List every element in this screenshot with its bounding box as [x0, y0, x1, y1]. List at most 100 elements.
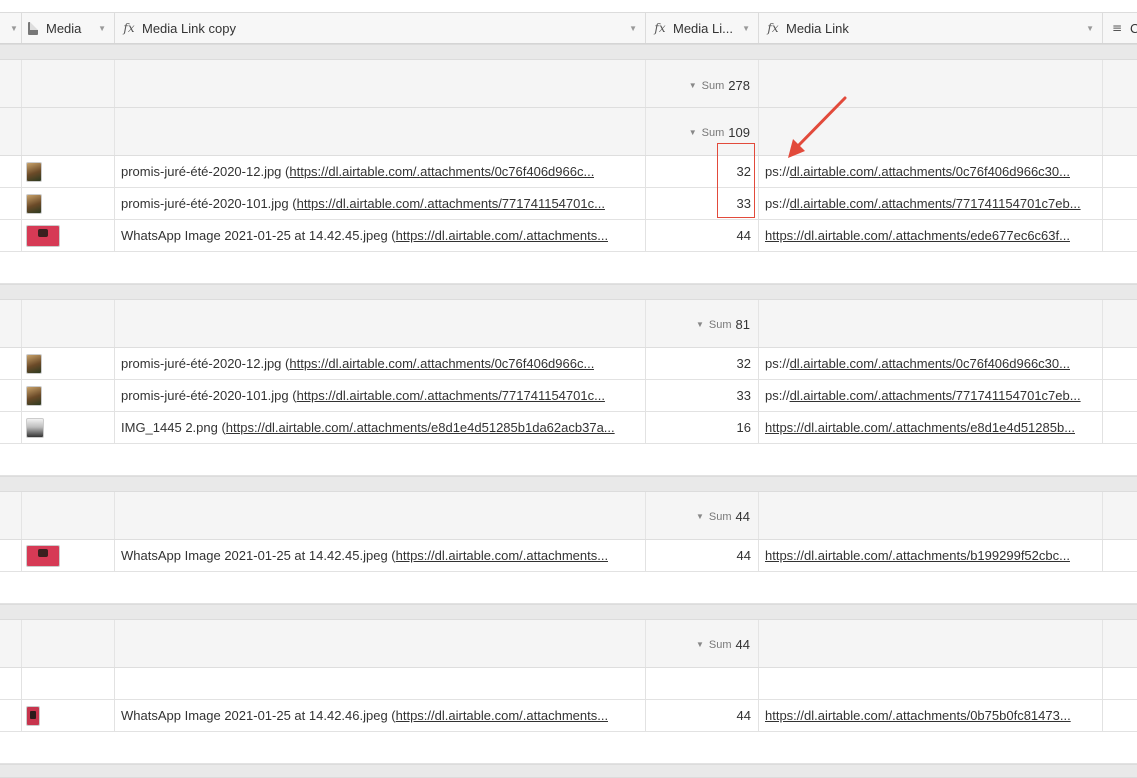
chevron-down-icon[interactable]: ▼: [696, 320, 704, 329]
media-link-copy-cell[interactable]: promis-juré-été-2020-101.jpg (https://dl…: [115, 380, 646, 411]
chevron-down-icon[interactable]: ▼: [1086, 24, 1094, 33]
media-link[interactable]: https://dl.airtable.com/.attachments/e8d…: [765, 420, 1075, 435]
add-row-spacer[interactable]: [0, 252, 1137, 284]
media-link-copy-cell[interactable]: WhatsApp Image 2021-01-25 at 14.42.45.jp…: [115, 540, 646, 571]
media-link-cell[interactable]: ps://dl.airtable.com/.attachments/0c76f4…: [759, 348, 1103, 379]
header-expand-cell[interactable]: ▼: [0, 13, 22, 43]
attachment-link[interactable]: https://dl.airtable.com/.attachments/0c7…: [289, 164, 594, 179]
media-cell[interactable]: [22, 348, 115, 379]
group-sum-cell[interactable]: ▼ Sum 44: [646, 492, 759, 539]
group-header[interactable]: ▼ Sum 44: [0, 620, 1137, 668]
media-length-cell[interactable]: 44: [646, 540, 759, 571]
header-media-link[interactable]: fx Media Link ▼: [759, 13, 1103, 43]
attachment-link[interactable]: https://dl.airtable.com/.attachments/0c7…: [289, 356, 594, 371]
media-link-cell[interactable]: ps://dl.airtable.com/.attachments/771741…: [759, 188, 1103, 219]
media-link-copy-cell[interactable]: IMG_1445 2.png (https://dl.airtable.com/…: [115, 412, 646, 443]
media-link-copy-cell[interactable]: promis-juré-été-2020-12.jpg (https://dl.…: [115, 348, 646, 379]
header-media-length[interactable]: fx Media Li... ▼: [646, 13, 759, 43]
row-cell[interactable]: [1103, 700, 1137, 731]
group-sum-cell[interactable]: ▼ Sum 44: [646, 620, 759, 667]
group-subheader[interactable]: [0, 668, 1137, 700]
group-sum-cell[interactable]: ▼ Sum 278: [646, 60, 759, 107]
media-link[interactable]: dl.airtable.com/.attachments/0c76f406d96…: [790, 164, 1070, 179]
attachment-link[interactable]: https://dl.airtable.com/.attachments...: [396, 228, 608, 243]
group-header[interactable]: ▼ Sum 109: [0, 108, 1137, 156]
attachment-thumbnail[interactable]: [26, 545, 60, 567]
attachment-thumbnail[interactable]: [26, 162, 42, 182]
table-row[interactable]: promis-juré-été-2020-101.jpg (https://dl…: [0, 380, 1137, 412]
media-cell[interactable]: [22, 540, 115, 571]
table-row[interactable]: WhatsApp Image 2021-01-25 at 14.42.45.jp…: [0, 540, 1137, 572]
attachment-link[interactable]: https://dl.airtable.com/.attachments...: [396, 548, 608, 563]
chevron-down-icon[interactable]: ▼: [98, 24, 106, 33]
table-row[interactable]: WhatsApp Image 2021-01-25 at 14.42.45.jp…: [0, 220, 1137, 252]
media-cell[interactable]: [22, 188, 115, 219]
attachment-thumbnail[interactable]: [26, 386, 42, 406]
media-cell[interactable]: [22, 412, 115, 443]
table-row[interactable]: promis-juré-été-2020-12.jpg (https://dl.…: [0, 348, 1137, 380]
row-cell[interactable]: [1103, 156, 1137, 187]
header-next-column[interactable]: ≡ C: [1103, 13, 1137, 43]
media-link[interactable]: dl.airtable.com/.attachments/77174115470…: [790, 196, 1081, 211]
media-link[interactable]: dl.airtable.com/.attachments/0c76f406d96…: [790, 356, 1070, 371]
header-media[interactable]: Media ▼: [22, 13, 115, 43]
table-row[interactable]: promis-juré-été-2020-12.jpg (https://dl.…: [0, 156, 1137, 188]
attachment-thumbnail[interactable]: [26, 194, 42, 214]
media-link-copy-cell[interactable]: promis-juré-été-2020-101.jpg (https://dl…: [115, 188, 646, 219]
media-link-cell[interactable]: https://dl.airtable.com/.attachments/e8d…: [759, 412, 1103, 443]
media-link-cell[interactable]: ps://dl.airtable.com/.attachments/771741…: [759, 380, 1103, 411]
table-row[interactable]: promis-juré-été-2020-101.jpg (https://dl…: [0, 188, 1137, 220]
media-cell[interactable]: [22, 156, 115, 187]
add-row-spacer[interactable]: [0, 572, 1137, 604]
row-cell[interactable]: [1103, 412, 1137, 443]
media-link-cell[interactable]: https://dl.airtable.com/.attachments/ede…: [759, 220, 1103, 251]
attachment-thumbnail[interactable]: [26, 354, 42, 374]
attachment-link[interactable]: https://dl.airtable.com/.attachments/771…: [297, 196, 605, 211]
cell-text: https://dl.airtable.com/.attachments/b19…: [765, 548, 1070, 563]
add-row-spacer[interactable]: [0, 444, 1137, 476]
attachment-link[interactable]: https://dl.airtable.com/.attachments...: [396, 708, 608, 723]
media-link-cell[interactable]: https://dl.airtable.com/.attachments/0b7…: [759, 700, 1103, 731]
chevron-down-icon[interactable]: ▼: [689, 128, 697, 137]
media-link-copy-cell[interactable]: WhatsApp Image 2021-01-25 at 14.42.45.jp…: [115, 220, 646, 251]
media-link[interactable]: https://dl.airtable.com/.attachments/0b7…: [765, 708, 1071, 723]
group-header[interactable]: ▼ Sum 278: [0, 60, 1137, 108]
chevron-down-icon[interactable]: ▼: [696, 512, 704, 521]
header-media-link-copy[interactable]: fx Media Link copy ▼: [115, 13, 646, 43]
media-cell[interactable]: [22, 220, 115, 251]
media-link[interactable]: dl.airtable.com/.attachments/77174115470…: [790, 388, 1081, 403]
row-cell[interactable]: [1103, 348, 1137, 379]
media-length-cell[interactable]: 33: [646, 380, 759, 411]
group-header[interactable]: ▼ Sum 81: [0, 300, 1137, 348]
media-link-copy-cell[interactable]: promis-juré-été-2020-12.jpg (https://dl.…: [115, 156, 646, 187]
attachment-link[interactable]: https://dl.airtable.com/.attachments/771…: [297, 388, 605, 403]
media-cell[interactable]: [22, 700, 115, 731]
chevron-down-icon[interactable]: ▼: [689, 81, 697, 90]
table-row[interactable]: WhatsApp Image 2021-01-25 at 14.42.46.jp…: [0, 700, 1137, 732]
attachment-thumbnail[interactable]: [26, 418, 44, 438]
row-cell[interactable]: [1103, 220, 1137, 251]
media-cell[interactable]: [22, 380, 115, 411]
cell-text: WhatsApp Image 2021-01-25 at 14.42.45.jp…: [121, 548, 608, 563]
attachment-thumbnail[interactable]: [26, 225, 60, 247]
media-length-cell[interactable]: 44: [646, 220, 759, 251]
chevron-down-icon[interactable]: ▼: [742, 24, 750, 33]
media-link[interactable]: https://dl.airtable.com/.attachments/b19…: [765, 548, 1070, 563]
group-header[interactable]: ▼ Sum 44: [0, 492, 1137, 540]
attachment-link[interactable]: https://dl.airtable.com/.attachments/e8d…: [226, 420, 615, 435]
media-length-cell[interactable]: 44: [646, 700, 759, 731]
row-cell[interactable]: [1103, 540, 1137, 571]
row-cell[interactable]: [1103, 380, 1137, 411]
table-row[interactable]: IMG_1445 2.png (https://dl.airtable.com/…: [0, 412, 1137, 444]
chevron-down-icon[interactable]: ▼: [696, 640, 704, 649]
media-length-cell[interactable]: 32: [646, 348, 759, 379]
row-cell[interactable]: [1103, 188, 1137, 219]
media-link-copy-cell[interactable]: WhatsApp Image 2021-01-25 at 14.42.46.jp…: [115, 700, 646, 731]
media-link-cell[interactable]: https://dl.airtable.com/.attachments/b19…: [759, 540, 1103, 571]
media-length-cell[interactable]: 16: [646, 412, 759, 443]
add-row-spacer[interactable]: [0, 732, 1137, 764]
chevron-down-icon[interactable]: ▼: [629, 24, 637, 33]
group-sum-cell[interactable]: ▼ Sum 81: [646, 300, 759, 347]
attachment-thumbnail[interactable]: [26, 706, 40, 726]
media-link[interactable]: https://dl.airtable.com/.attachments/ede…: [765, 228, 1070, 243]
